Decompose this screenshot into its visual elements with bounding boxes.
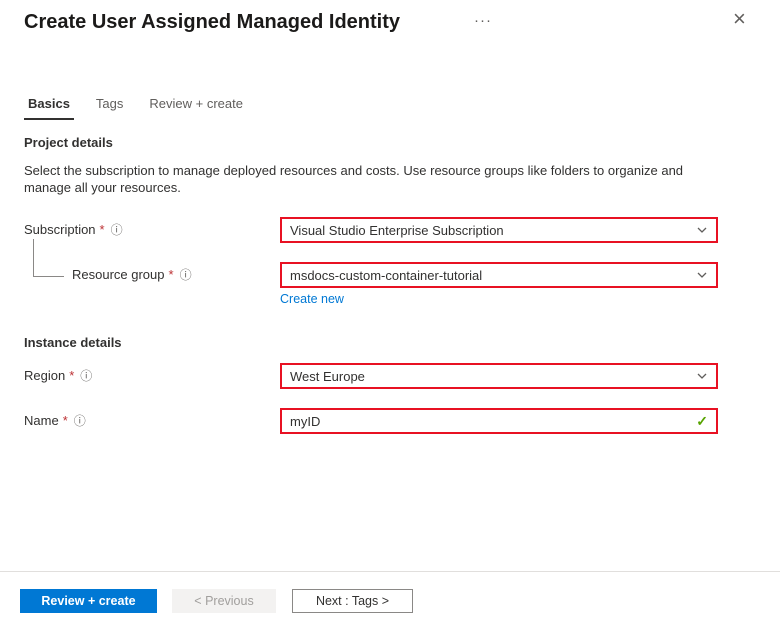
chevron-down-icon bbox=[696, 224, 708, 236]
info-icon[interactable]: ⓘ bbox=[180, 266, 192, 283]
wizard-tabs: Basics Tags Review + create bbox=[24, 90, 265, 120]
info-icon[interactable]: ⓘ bbox=[80, 367, 92, 384]
indent-connector-line bbox=[33, 239, 64, 277]
info-icon[interactable]: ⓘ bbox=[111, 221, 123, 238]
more-options-icon[interactable]: ··· bbox=[474, 12, 492, 29]
required-asterisk: * bbox=[63, 413, 68, 428]
chevron-down-icon bbox=[696, 370, 708, 382]
tab-basics[interactable]: Basics bbox=[24, 90, 74, 120]
tab-tags[interactable]: Tags bbox=[92, 90, 127, 120]
resource-group-label-text: Resource group bbox=[72, 267, 165, 282]
project-details-description: Select the subscription to manage deploy… bbox=[24, 162, 692, 196]
next-tags-button[interactable]: Next : Tags > bbox=[292, 589, 413, 613]
footer-divider bbox=[0, 571, 780, 572]
subscription-label: Subscription * ⓘ bbox=[24, 221, 123, 238]
close-icon[interactable]: × bbox=[733, 8, 746, 30]
region-label-text: Region bbox=[24, 368, 65, 383]
create-new-link[interactable]: Create new bbox=[280, 292, 344, 306]
required-asterisk: * bbox=[100, 222, 105, 237]
resource-group-dropdown[interactable]: msdocs-custom-container-tutorial bbox=[280, 262, 718, 288]
project-details-heading: Project details bbox=[24, 135, 113, 150]
page-title: Create User Assigned Managed Identity bbox=[24, 11, 400, 34]
create-managed-identity-blade: Create User Assigned Managed Identity ··… bbox=[0, 0, 780, 632]
region-value: West Europe bbox=[290, 369, 365, 384]
subscription-label-text: Subscription bbox=[24, 222, 96, 237]
tab-review-create[interactable]: Review + create bbox=[145, 90, 247, 120]
name-label: Name * ⓘ bbox=[24, 412, 86, 429]
resource-group-value: msdocs-custom-container-tutorial bbox=[290, 268, 482, 283]
name-field-wrapper: ✓ bbox=[280, 408, 718, 434]
required-asterisk: * bbox=[69, 368, 74, 383]
subscription-dropdown[interactable]: Visual Studio Enterprise Subscription bbox=[280, 217, 718, 243]
instance-details-heading: Instance details bbox=[24, 335, 122, 350]
resource-group-label: Resource group * ⓘ bbox=[72, 266, 192, 283]
previous-button[interactable]: < Previous bbox=[172, 589, 276, 613]
info-icon[interactable]: ⓘ bbox=[74, 412, 86, 429]
region-label: Region * ⓘ bbox=[24, 367, 92, 384]
region-dropdown[interactable]: West Europe bbox=[280, 363, 718, 389]
required-asterisk: * bbox=[169, 267, 174, 282]
chevron-down-icon bbox=[696, 269, 708, 281]
name-label-text: Name bbox=[24, 413, 59, 428]
subscription-value: Visual Studio Enterprise Subscription bbox=[290, 223, 504, 238]
name-input[interactable] bbox=[290, 410, 696, 432]
review-create-button[interactable]: Review + create bbox=[20, 589, 157, 613]
valid-check-icon: ✓ bbox=[696, 413, 708, 430]
